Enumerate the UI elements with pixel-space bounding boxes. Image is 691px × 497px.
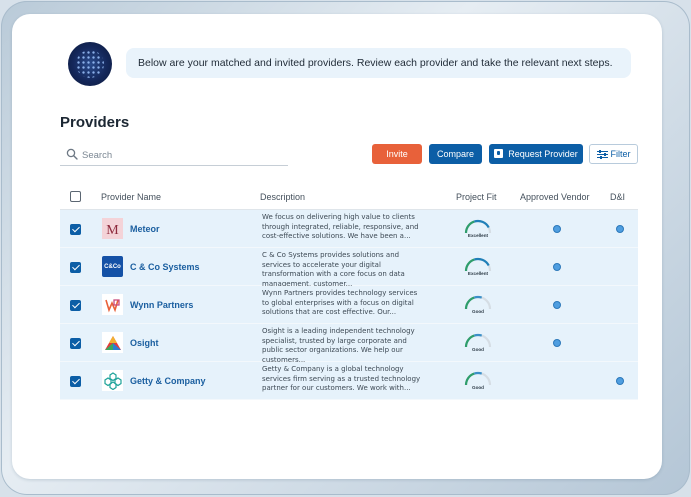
- approved-vendor-indicator: [553, 225, 561, 233]
- di-indicator: [616, 225, 624, 233]
- assistant-avatar: [68, 42, 112, 86]
- row-checkbox[interactable]: [70, 376, 81, 387]
- provider-name[interactable]: C & Co Systems: [130, 262, 200, 272]
- project-fit-label: Excellent: [468, 271, 489, 276]
- provider-description: C & Co Systems provides solutions and se…: [262, 251, 405, 288]
- di-indicator: [616, 377, 624, 385]
- project-fit-label: Excellent: [468, 233, 489, 238]
- providers-table: Provider Name Description Project Fit Ap…: [60, 182, 638, 400]
- provider-name[interactable]: Osight: [130, 338, 159, 348]
- table-row[interactable]: C&Co C & Co Systems C & Co Systems provi…: [60, 248, 638, 288]
- search-icon: [66, 148, 78, 160]
- approved-vendor-indicator: [553, 339, 561, 347]
- col-project-fit[interactable]: Project Fit: [456, 192, 497, 202]
- provider-description: Getty & Company is a global technology s…: [262, 365, 421, 392]
- request-icon: [494, 149, 504, 158]
- provider-name[interactable]: Wynn Partners: [130, 300, 193, 310]
- approved-vendor-indicator: [553, 301, 561, 309]
- meteor-logo: M: [102, 218, 123, 239]
- project-fit-gauge: Good: [464, 295, 492, 314]
- table-row[interactable]: Osight Osight is a leading independent t…: [60, 324, 638, 364]
- table-row[interactable]: M Meteor We focus on delivering high val…: [60, 210, 638, 248]
- project-fit-label: Good: [472, 347, 484, 352]
- svg-text:M: M: [106, 223, 119, 236]
- provider-name[interactable]: Meteor: [130, 224, 160, 234]
- col-approved-vendor[interactable]: Approved Vendor: [520, 192, 590, 202]
- cco-logo-text: C&Co: [104, 263, 121, 270]
- osight-logo: [102, 332, 123, 353]
- table-row[interactable]: Wynn Partners Wynn Partners provides tec…: [60, 286, 638, 324]
- compare-button[interactable]: Compare: [429, 144, 482, 164]
- col-provider-name[interactable]: Provider Name: [101, 192, 161, 202]
- filter-button[interactable]: Filter: [589, 144, 638, 164]
- getty-logo: [102, 370, 123, 391]
- col-description: Description: [260, 192, 306, 202]
- project-fit-gauge: Excellent: [464, 219, 492, 238]
- wynn-logo: [102, 294, 123, 315]
- search-input[interactable]: [82, 147, 282, 163]
- assistant-message: Below are your matched and invited provi…: [126, 48, 631, 78]
- row-checkbox[interactable]: [70, 262, 81, 273]
- request-provider-label: Request Provider: [508, 149, 578, 159]
- provider-name[interactable]: Getty & Company: [130, 376, 206, 386]
- table-header: Provider Name Description Project Fit Ap…: [60, 182, 638, 210]
- providers-panel: Below are your matched and invited provi…: [12, 14, 662, 479]
- row-checkbox[interactable]: [70, 338, 81, 349]
- request-provider-button[interactable]: Request Provider: [489, 144, 583, 164]
- project-fit-gauge: Excellent: [464, 257, 492, 276]
- invite-button[interactable]: Invite: [372, 144, 422, 164]
- search-box: [60, 146, 288, 166]
- approved-vendor-indicator: [553, 263, 561, 271]
- project-fit-label: Good: [472, 309, 484, 314]
- row-checkbox[interactable]: [70, 300, 81, 311]
- filter-label: Filter: [610, 149, 631, 159]
- provider-description: Osight is a leading independent technolo…: [262, 327, 415, 364]
- filter-icon: [596, 150, 608, 159]
- page-title: Providers: [60, 114, 130, 131]
- col-di[interactable]: D&I: [610, 192, 625, 202]
- select-all-checkbox[interactable]: [70, 191, 81, 202]
- provider-description: Wynn Partners provides technology servic…: [262, 289, 418, 316]
- cco-logo: C&Co: [102, 256, 123, 277]
- provider-description: We focus on delivering high value to cli…: [262, 213, 419, 240]
- project-fit-gauge: Good: [464, 333, 492, 352]
- row-checkbox[interactable]: [70, 224, 81, 235]
- table-row[interactable]: Getty & Company Getty & Company is a glo…: [60, 362, 638, 400]
- project-fit-label: Good: [472, 385, 484, 390]
- project-fit-gauge: Good: [464, 371, 492, 390]
